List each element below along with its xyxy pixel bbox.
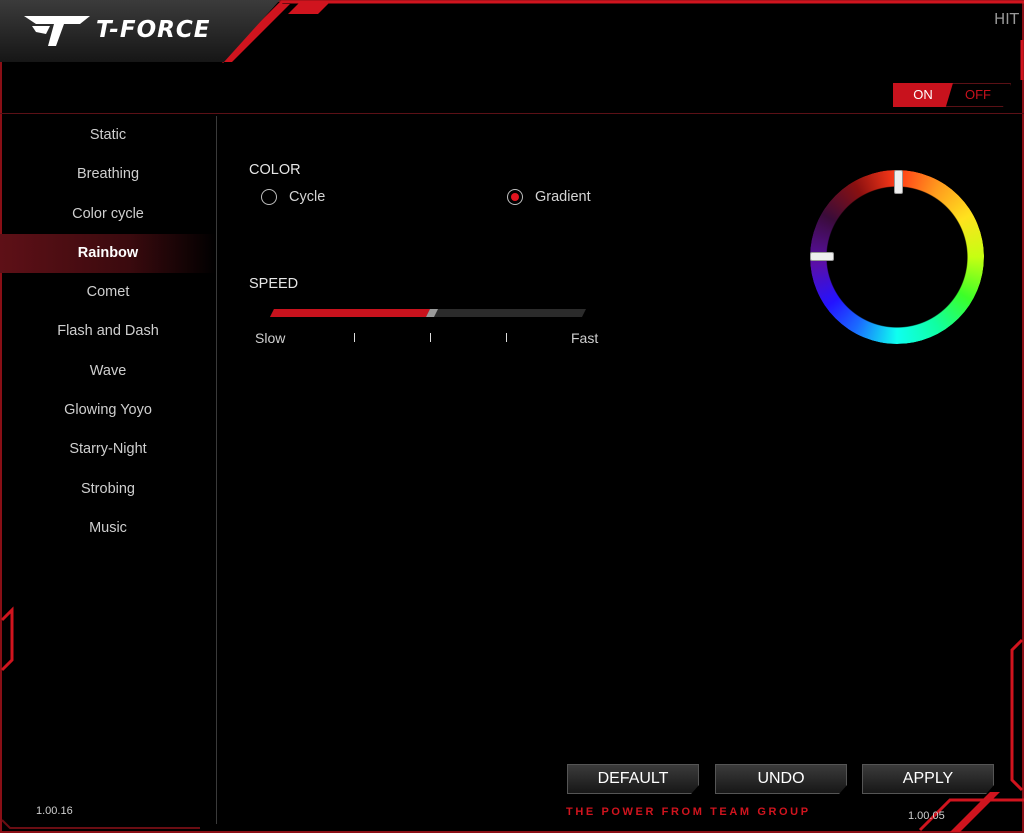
header-divider bbox=[0, 113, 1024, 114]
color-heading: COLOR bbox=[249, 162, 301, 178]
undo-button[interactable]: UNDO bbox=[715, 764, 847, 794]
sidebar-item-flash-and-dash[interactable]: Flash and Dash bbox=[0, 312, 216, 351]
speed-slow-label: Slow bbox=[255, 330, 286, 346]
apply-button[interactable]: APPLY bbox=[862, 764, 994, 794]
speed-heading: SPEED bbox=[249, 276, 299, 292]
default-button[interactable]: DEFAULT bbox=[567, 764, 699, 794]
radio-dot bbox=[511, 193, 519, 201]
wheel-handle-end[interactable] bbox=[810, 252, 834, 261]
radio-unselected-icon[interactable] bbox=[261, 189, 277, 205]
power-toggle[interactable]: ON OFF bbox=[893, 83, 1011, 107]
toggle-on-button[interactable]: ON bbox=[893, 83, 953, 107]
color-option-cycle[interactable]: Cycle bbox=[261, 189, 325, 205]
wheel-handle-start[interactable] bbox=[894, 170, 903, 194]
app-logo: T-FORCE bbox=[22, 12, 210, 48]
sidebar-item-breathing[interactable]: Breathing bbox=[0, 155, 216, 194]
t-force-logo-icon bbox=[24, 16, 90, 46]
sidebar-divider bbox=[216, 116, 217, 824]
effect-sidebar: Static Breathing Color cycle Rainbow Com… bbox=[0, 116, 216, 548]
sidebar-item-static[interactable]: Static bbox=[0, 116, 216, 155]
sidebar-item-glowing-yoyo[interactable]: Glowing Yoyo bbox=[0, 391, 216, 430]
sidebar-item-strobing[interactable]: Strobing bbox=[0, 470, 216, 509]
version-left: 1.00.16 bbox=[36, 805, 73, 817]
speed-tick bbox=[506, 333, 507, 342]
speed-tick bbox=[354, 333, 355, 342]
tagline: THE POWER FROM TEAM GROUP bbox=[566, 806, 811, 818]
sidebar-item-wave[interactable]: Wave bbox=[0, 352, 216, 391]
toggle-off-button[interactable]: OFF bbox=[945, 83, 1011, 107]
sidebar-item-color-cycle[interactable]: Color cycle bbox=[0, 195, 216, 234]
speed-slider[interactable] bbox=[270, 309, 586, 317]
speed-tick bbox=[430, 333, 431, 342]
team-hit-icon[interactable]: HIT bbox=[994, 8, 1019, 30]
radio-label-gradient: Gradient bbox=[535, 189, 591, 205]
sidebar-item-music[interactable]: Music bbox=[0, 509, 216, 548]
speed-fast-label: Fast bbox=[571, 330, 599, 346]
sidebar-item-starry-night[interactable]: Starry-Night bbox=[0, 430, 216, 469]
color-wheel[interactable] bbox=[810, 170, 984, 344]
speed-slider-fill bbox=[270, 309, 430, 317]
radio-label-cycle: Cycle bbox=[289, 189, 326, 205]
brand-name: T-FORCE bbox=[96, 17, 211, 43]
color-wheel-ring[interactable] bbox=[810, 170, 984, 344]
color-option-gradient[interactable]: Gradient bbox=[507, 189, 591, 205]
radio-selected-icon[interactable] bbox=[507, 189, 523, 205]
sidebar-item-comet[interactable]: Comet bbox=[0, 273, 216, 312]
sidebar-item-rainbow[interactable]: Rainbow bbox=[0, 233, 216, 274]
version-right: 1.00.05 bbox=[908, 810, 945, 822]
